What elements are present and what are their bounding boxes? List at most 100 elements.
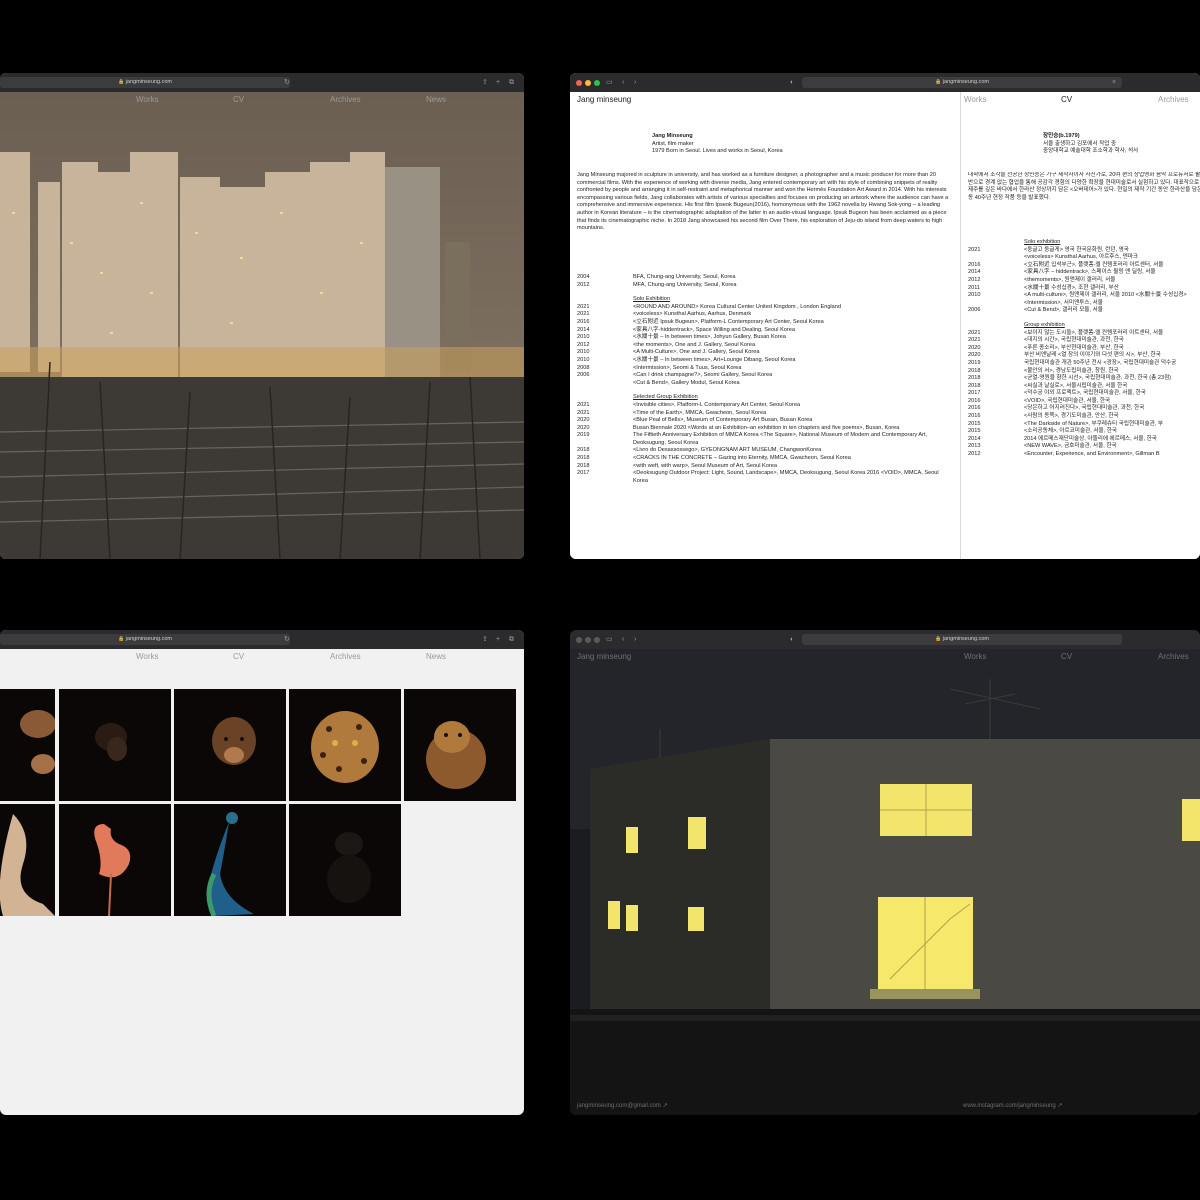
address-bar[interactable]: 🔒 jangminseung.com xyxy=(802,634,1122,645)
sidebar-icon[interactable]: ▭ xyxy=(606,634,613,645)
nav-cv[interactable]: CV xyxy=(233,95,244,104)
cv-entry: 2020 Busan Biennale 2020 <Words at an Exh… xyxy=(577,425,953,433)
cv-entry-year: 2020 xyxy=(968,352,981,359)
address-bar[interactable]: 🔒 jangminseung.com xyxy=(0,77,290,88)
minimize-window-icon[interactable] xyxy=(585,80,591,86)
work-thumbnail-peacock[interactable] xyxy=(174,804,286,916)
cv-entry: 2004 BFA, Chung-ang University, Seoul, Ko… xyxy=(577,274,953,282)
site-title[interactable]: Jang minseung xyxy=(577,95,631,104)
zoom-window-icon[interactable] xyxy=(594,80,600,86)
lock-icon: 🔒 xyxy=(118,79,125,85)
cv-entry-year xyxy=(968,254,1024,262)
new-tab-icon[interactable]: + xyxy=(496,634,500,645)
cv-entry-text: <A Multi-Culture>, One and J. Gallery, S… xyxy=(633,349,760,356)
cv-entry-text: <불안의 서>, 경남도립미술관, 창원, 한국 xyxy=(1024,367,1119,374)
artist-role: Artist, film maker xyxy=(652,140,694,147)
cv-entry-year: 2016 xyxy=(968,261,981,268)
sidebar-icon[interactable]: ▭ xyxy=(606,77,613,88)
cv-entry-year: 2021 xyxy=(968,337,981,344)
share-icon[interactable]: ⇪ xyxy=(482,77,488,88)
privacy-icon[interactable]: ◐ xyxy=(790,634,794,645)
cv-entry-year: 2021 xyxy=(968,246,981,253)
back-icon[interactable]: ‹ xyxy=(622,77,624,88)
address-bar[interactable]: 🔒 jangminseung.com xyxy=(802,77,1122,88)
forward-icon[interactable]: › xyxy=(634,77,636,88)
cv-entry: 2010 <A multi-culture>, 원앤제이 갤러리, 서울 2010… xyxy=(968,292,1200,300)
nav-works[interactable]: Works xyxy=(964,652,987,661)
reload-icon[interactable]: ↻ xyxy=(284,634,290,645)
artist-born: 1979 Born in Seoul. Lives and works in S… xyxy=(652,148,783,155)
cv-entry: 2021 <voiceless> Kunsthal Aarhus, Aarhus,… xyxy=(577,311,953,319)
cv-entry-text: <themoments>, 원앤제이 갤러리, 서울 xyxy=(1024,276,1116,283)
work-thumbnail-seal[interactable] xyxy=(59,689,171,801)
nav-cv[interactable]: CV xyxy=(1061,652,1072,661)
work-thumbnail-bear[interactable] xyxy=(174,689,286,801)
nav-archives[interactable]: Archives xyxy=(330,652,361,661)
nav-cv[interactable]: CV xyxy=(1061,95,1072,104)
browser-window-works-grid: 🔒 jangminseung.com ↻ ⇪ + ⧉ Works CV Arch… xyxy=(0,630,524,1115)
work-thumbnail-tiger[interactable] xyxy=(289,804,401,916)
cv-entry: 2006 <Can I drink champagne?>, Seomi Gall… xyxy=(577,372,953,380)
close-window-icon[interactable] xyxy=(576,80,582,86)
cv-entry-year: 2018 xyxy=(577,447,590,454)
cv-entry-year: 2010 xyxy=(577,356,590,363)
nav-archives[interactable]: Archives xyxy=(1158,95,1189,104)
site-title[interactable]: Jang minseung xyxy=(577,652,631,661)
cv-entry: 2014 <家具八字 – hiddentrack>, 스페이스 윌링 앤 딜링, … xyxy=(968,269,1200,277)
footer-email-link[interactable]: jangminseung.com@gmail.com ↗ xyxy=(577,1102,668,1109)
footer-instagram-link[interactable]: www.instagram.com/jangminseung ↗ xyxy=(963,1102,1062,1109)
nav-works[interactable]: Works xyxy=(136,95,159,104)
close-tab-icon[interactable]: × xyxy=(1112,77,1116,88)
cv-entry-text: <Cut & Bend>, 갤러리 모듈, 서울 xyxy=(1024,307,1103,314)
work-thumbnail-crane-partial[interactable] xyxy=(0,804,55,916)
cv-entry: 2010 <水關十景 – In between times>, Johyun Ga… xyxy=(577,334,953,342)
address-bar[interactable]: 🔒 jangminseung.com xyxy=(0,634,290,645)
work-thumbnail-bird-partial[interactable] xyxy=(0,689,55,801)
cv-entry: <Cut & Bend>, Gallery Modul, Seoul Korea xyxy=(577,380,953,388)
cv-entry-year: 2015 xyxy=(968,420,981,427)
cv-entry-year: 2021 xyxy=(577,401,590,408)
lock-icon: 🔒 xyxy=(118,636,125,642)
cv-entry-text: The Fiftieth Anniversary Exhibition of M… xyxy=(633,432,928,446)
cv-entry: 2018 <with weft, with warp>, Seoul Museum… xyxy=(577,463,953,471)
share-icon[interactable]: ⇪ xyxy=(482,634,488,645)
tabs-overview-icon[interactable]: ⧉ xyxy=(509,77,514,88)
cv-entry-year: 2010 xyxy=(577,334,590,341)
work-thumbnail-flamingo[interactable] xyxy=(59,804,171,916)
cv-section-header: Group exhibition xyxy=(968,322,1200,330)
cv-section-title: Solo exhibition xyxy=(1024,239,1061,245)
back-icon[interactable]: ‹ xyxy=(622,634,624,645)
cv-entry-text: <Livro do Desassossego>, GYEONGNAM ART M… xyxy=(633,447,822,454)
cv-section-header: Selected Group Exhibition xyxy=(577,394,953,402)
nav-works[interactable]: Works xyxy=(136,652,159,661)
nav-archives[interactable]: Archives xyxy=(1158,652,1189,661)
cv-entry-text: <with weft, with warp>, Seoul Museum of … xyxy=(633,462,777,469)
cv-entry-text: 국립현대미술관 개관 50주년 전시 <광장>, 국립현대미술관 덕수궁 xyxy=(1024,359,1177,366)
forward-icon[interactable]: › xyxy=(634,634,636,645)
minimize-window-icon[interactable] xyxy=(585,637,591,643)
page-viewport: Works CV Archives News xyxy=(0,92,524,559)
work-thumbnail-marten[interactable] xyxy=(404,689,516,801)
nav-cv[interactable]: CV xyxy=(233,652,244,661)
cv-entry: 2016 <당은하고 어지러진다>, 국립현대미술관, 과천, 한국 xyxy=(968,405,1200,413)
cv-entry: 2018 <균열-영원을 향한 시선>, 국립현대미술관, 과천, 한국 (총 2… xyxy=(968,375,1200,383)
page-viewport: Jang minseung Jang Minseung Artist, film… xyxy=(570,92,1200,559)
cv-entry-text: <Intermission>, Seomi & Tuus, Seoul Kore… xyxy=(633,364,742,371)
work-thumbnail-leopard[interactable] xyxy=(289,689,401,801)
close-window-icon[interactable] xyxy=(576,637,582,643)
new-tab-icon[interactable]: + xyxy=(496,77,500,88)
apartment-night-photo xyxy=(0,92,524,559)
reload-icon[interactable]: ↻ xyxy=(284,77,290,88)
nav-archives[interactable]: Archives xyxy=(330,95,361,104)
cv-entry-text: <Invisible cities>, Platform-L Contempor… xyxy=(633,401,801,408)
nav-works[interactable]: Works xyxy=(964,95,987,104)
zoom-window-icon[interactable] xyxy=(594,637,600,643)
cv-entry-year: 2012 xyxy=(968,451,981,458)
nav-news[interactable]: News xyxy=(426,95,446,104)
privacy-icon[interactable]: ◐ xyxy=(790,77,794,88)
nav-news[interactable]: News xyxy=(426,652,446,661)
artist-header-ko: 장민승(b.1979) 서울 출생하고 김포에서 작업 중 중앙대학교 예술대학… xyxy=(1043,133,1138,156)
cv-list-ko: Solo exhibition 2021 <둥글고 둥글게> 영국 한국문화원, 런… xyxy=(968,232,1200,459)
cv-entry: 2021 <보이지 않는 도시들>, 플랫폼-엘 컨템포러리 아트센터, 서울 xyxy=(968,330,1200,338)
tabs-overview-icon[interactable]: ⧉ xyxy=(509,634,514,645)
